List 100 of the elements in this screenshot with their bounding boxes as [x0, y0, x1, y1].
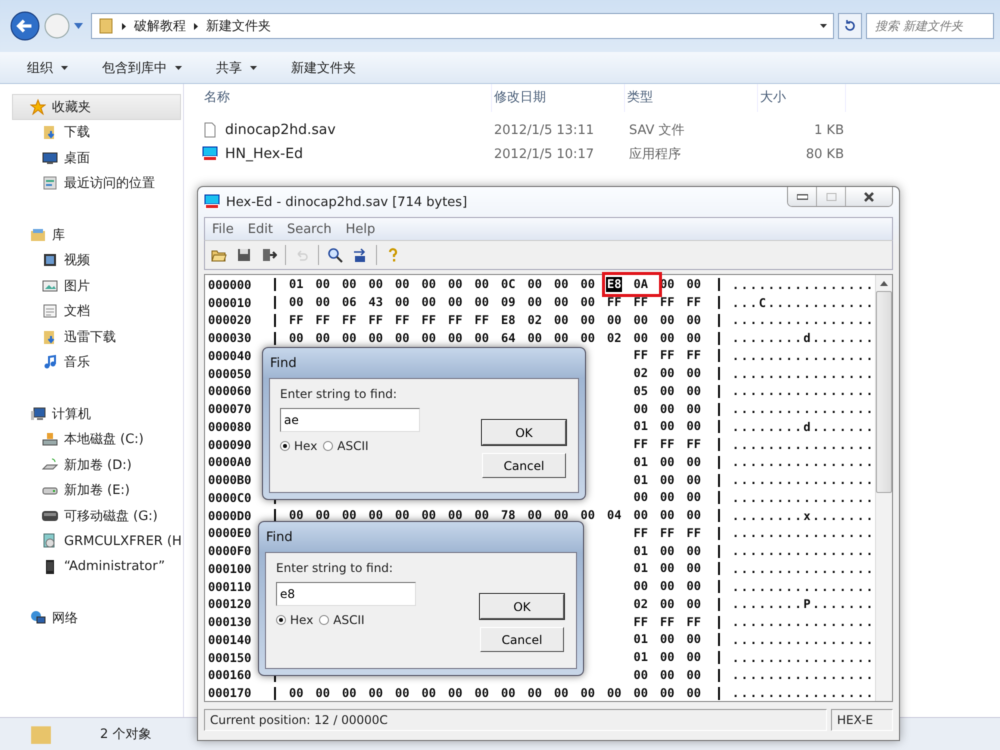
hex-byte[interactable]: 00 — [632, 402, 649, 417]
sidebar-item[interactable]: 下载 — [0, 120, 183, 145]
hex-byte[interactable]: 00 — [686, 686, 702, 701]
hex-byte[interactable]: 00 — [474, 295, 490, 310]
hex-byte[interactable]: 00 — [632, 579, 649, 594]
hex-byte[interactable]: 0A — [632, 277, 649, 292]
hex-byte[interactable]: 00 — [659, 366, 676, 382]
hex-byte[interactable]: 00 — [394, 277, 410, 292]
hex-byte[interactable]: 00 — [447, 330, 464, 346]
hex-byte[interactable]: 00 — [686, 632, 702, 648]
hex-byte[interactable]: FF — [632, 295, 649, 310]
hex-byte[interactable]: 00 — [580, 330, 596, 346]
menu-item[interactable]: Search — [280, 222, 339, 236]
hex-byte[interactable]: 00 — [659, 508, 676, 524]
hex-byte[interactable]: 00 — [420, 508, 437, 524]
hex-byte[interactable]: FF — [341, 312, 358, 328]
hex-byte[interactable]: 00 — [659, 686, 676, 701]
sidebar-item[interactable]: “Administrator” — [0, 554, 183, 580]
sidebar-item[interactable]: 本地磁盘 (C:) — [0, 426, 183, 452]
radio-option[interactable]: Hex — [276, 613, 314, 627]
hex-byte[interactable]: FF — [368, 312, 384, 328]
hex-byte[interactable]: 00 — [686, 472, 702, 488]
hex-byte[interactable]: 00 — [659, 561, 676, 576]
hex-byte[interactable]: 43 — [368, 295, 384, 310]
hex-byte[interactable]: 00 — [553, 330, 570, 346]
hex-byte[interactable]: 00 — [420, 686, 437, 701]
hex-byte[interactable]: 00 — [526, 686, 543, 701]
close-button[interactable] — [845, 187, 892, 206]
hex-byte[interactable]: 01 — [288, 277, 304, 292]
hex-byte[interactable]: 00 — [314, 686, 331, 701]
hex-byte[interactable]: FF — [474, 312, 490, 328]
history-dropdown-icon[interactable] — [74, 23, 83, 29]
hex-byte[interactable]: FF — [659, 614, 676, 630]
search-field[interactable]: 搜索 新建文件夹 — [866, 13, 994, 39]
hex-byte[interactable]: 00 — [686, 544, 702, 559]
hex-byte[interactable]: 00 — [659, 490, 676, 506]
hex-byte[interactable]: 01 — [632, 544, 649, 559]
hex-byte[interactable]: 00 — [341, 330, 358, 346]
hex-byte[interactable]: FF — [606, 295, 622, 310]
hex-byte[interactable]: 64 — [500, 330, 516, 346]
hex-byte[interactable]: 00 — [686, 312, 702, 328]
hex-byte[interactable]: FF — [314, 312, 331, 328]
hex-byte[interactable]: 00 — [632, 668, 649, 683]
hex-byte[interactable]: 00 — [288, 686, 304, 701]
hex-byte[interactable]: 00 — [632, 312, 649, 328]
toolbar-button[interactable]: 组织 — [14, 54, 81, 80]
vertical-scrollbar[interactable] — [874, 275, 892, 701]
menu-item[interactable]: Help — [338, 222, 382, 236]
hex-byte[interactable]: 00 — [606, 686, 622, 701]
menu-item[interactable]: File — [205, 222, 241, 236]
hex-byte[interactable]: 00 — [686, 419, 702, 434]
back-button[interactable] — [10, 11, 40, 41]
hex-byte[interactable]: 01 — [632, 650, 649, 666]
hex-byte[interactable]: 00 — [659, 579, 676, 594]
hex-byte[interactable]: 00 — [526, 295, 543, 310]
hex-byte[interactable]: 02 — [632, 596, 649, 612]
radio-option[interactable]: Hex — [280, 439, 318, 453]
minimize-button[interactable] — [788, 187, 816, 206]
hex-byte[interactable]: 00 — [659, 419, 676, 434]
sidebar-item[interactable]: 音乐 — [0, 350, 183, 375]
hex-byte[interactable]: 00 — [553, 295, 570, 310]
hex-byte[interactable]: 00 — [368, 508, 384, 524]
hex-byte[interactable]: 00 — [580, 508, 596, 524]
hex-byte[interactable]: FF — [447, 312, 464, 328]
hex-byte[interactable]: 00 — [447, 686, 464, 701]
hex-byte[interactable]: 00 — [288, 295, 304, 310]
column-header[interactable]: 类型 — [625, 84, 758, 112]
sidebar-item[interactable]: 计算机 — [0, 401, 183, 426]
hex-byte[interactable]: FF — [659, 526, 676, 541]
hex-byte[interactable]: 00 — [580, 686, 596, 701]
sidebar-item[interactable]: 新加卷 (D:) — [0, 452, 183, 478]
hex-byte[interactable]: 00 — [341, 277, 358, 292]
hex-byte[interactable]: 01 — [632, 454, 649, 470]
hex-byte[interactable]: 00 — [553, 312, 570, 328]
hex-byte[interactable]: FF — [659, 437, 676, 452]
hex-byte[interactable]: FF — [632, 437, 649, 452]
hex-byte[interactable]: 00 — [288, 330, 304, 346]
hex-byte[interactable]: 00 — [686, 561, 702, 576]
hex-byte[interactable]: 00 — [553, 508, 570, 524]
hex-byte[interactable]: 00 — [341, 508, 358, 524]
column-header[interactable]: 修改日期 — [492, 84, 625, 112]
hex-byte[interactable]: FF — [288, 312, 304, 328]
hex-byte[interactable]: 00 — [632, 508, 649, 524]
hex-byte[interactable]: FF — [420, 312, 437, 328]
hex-byte[interactable]: 00 — [314, 295, 331, 310]
hex-byte[interactable]: 00 — [659, 544, 676, 559]
toolbar-button[interactable]: 包含到库中 — [89, 54, 195, 80]
hex-byte[interactable]: 00 — [632, 686, 649, 701]
hex-byte[interactable]: 00 — [368, 330, 384, 346]
radio-option[interactable]: ASCII — [319, 613, 365, 627]
hex-byte[interactable]: 0C — [500, 277, 516, 292]
hex-byte[interactable]: 05 — [632, 384, 649, 399]
hex-byte[interactable]: 00 — [553, 686, 570, 701]
hex-byte[interactable]: 00 — [659, 650, 676, 666]
hex-byte[interactable]: 00 — [420, 330, 437, 346]
hex-byte[interactable]: E8 — [500, 312, 516, 328]
sidebar-item[interactable]: 可移动磁盘 (G:) — [0, 503, 183, 528]
hex-byte[interactable]: 00 — [659, 330, 676, 346]
column-header[interactable]: 名称 — [202, 84, 492, 112]
breadcrumb-item[interactable]: 新建文件夹 — [206, 17, 271, 35]
